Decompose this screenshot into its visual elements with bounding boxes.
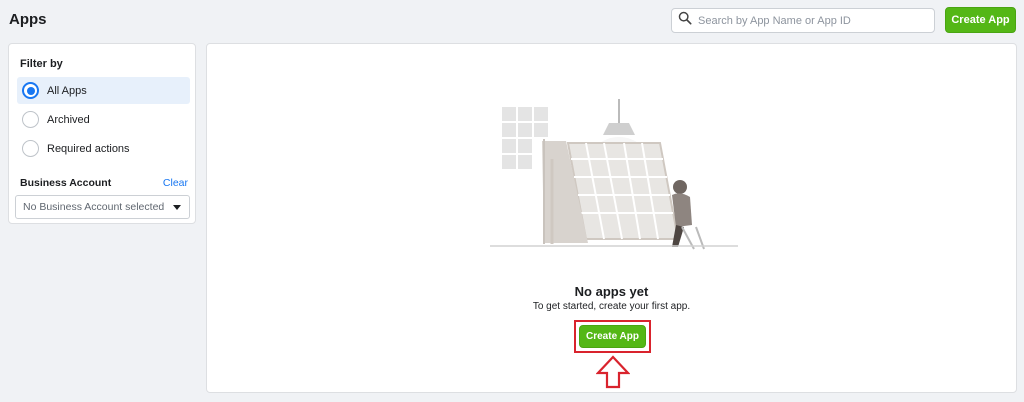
search-box[interactable]: [671, 8, 935, 33]
radio-unselected-icon: [22, 111, 39, 128]
annotation-highlight-box: Create App: [574, 320, 651, 353]
filter-option-label: Required actions: [47, 142, 130, 155]
filter-option-label: Archived: [47, 113, 90, 126]
radio-selected-icon: [22, 82, 39, 99]
create-app-button[interactable]: Create App: [579, 325, 646, 348]
up-arrow-icon: [596, 355, 630, 389]
empty-state-title: No apps yet: [574, 284, 649, 299]
filter-option-all-apps[interactable]: All Apps: [17, 77, 190, 104]
radio-unselected-icon: [22, 140, 39, 157]
page-title: Apps: [9, 11, 47, 28]
business-account-label: Business Account: [20, 177, 112, 189]
filter-option-archived[interactable]: Archived: [17, 106, 190, 133]
header-create-app-button[interactable]: Create App: [945, 7, 1016, 33]
empty-state-subtitle: To get started, create your first app.: [532, 301, 691, 312]
clear-link[interactable]: Clear: [163, 177, 188, 189]
filter-option-required-actions[interactable]: Required actions: [17, 135, 190, 162]
apps-main-panel: No apps yet To get started, create your …: [206, 43, 1017, 393]
filter-panel: Filter by All Apps Archived Required act…: [8, 43, 196, 224]
filter-heading: Filter by: [20, 58, 63, 70]
empty-state-illustration: [490, 99, 738, 250]
search-input[interactable]: [698, 14, 928, 27]
caret-down-icon: [173, 205, 181, 210]
search-icon: [678, 11, 692, 30]
business-account-value: No Business Account selected: [23, 201, 165, 213]
business-account-select[interactable]: No Business Account selected: [15, 195, 190, 219]
filter-option-label: All Apps: [47, 84, 87, 97]
